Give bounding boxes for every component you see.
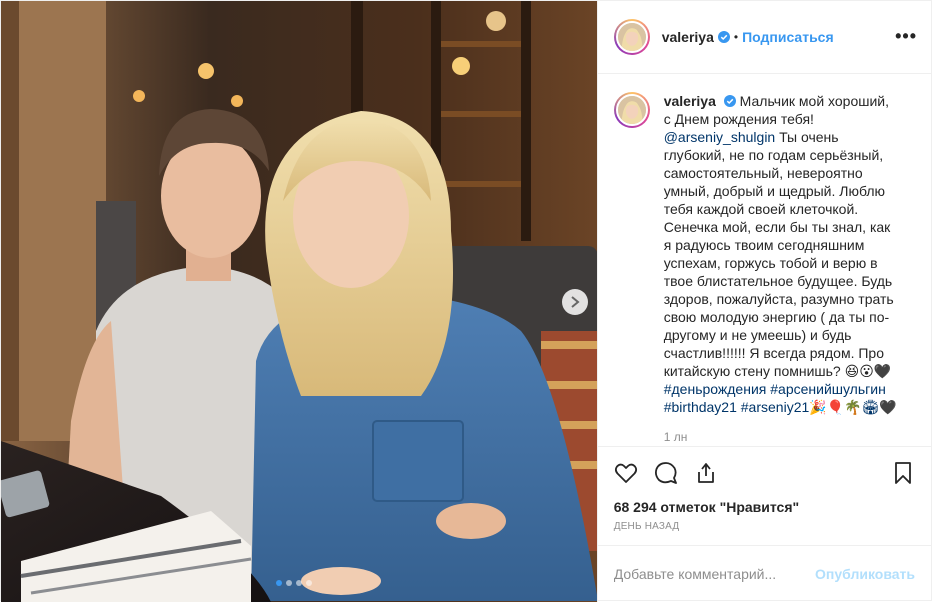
caption-avatar[interactable] [613, 91, 650, 128]
more-options-button[interactable]: ••• [895, 26, 917, 47]
verified-badge-icon [717, 30, 730, 43]
comment-input[interactable] [613, 566, 816, 583]
separator-dot: • [733, 29, 739, 44]
caption-username[interactable]: valeriya [664, 93, 716, 109]
post-caption: valeriya Мальчик мой хороший, с Днем рож… [664, 92, 899, 446]
carousel-dot[interactable] [296, 580, 302, 586]
post-date: ДЕНЬ НАЗАД [613, 521, 680, 533]
avatar-image [617, 95, 646, 124]
bookmark-icon[interactable] [891, 461, 915, 485]
caption-mention-link[interactable]: @arseniy_shulgin [664, 129, 776, 145]
caption-text: Ты очень глубокий, не по годам серьёзный… [663, 128, 894, 379]
post-details-panel: valeriya • Подписаться ••• valeriya Маль… [596, 1, 931, 602]
carousel-dot[interactable] [286, 580, 292, 586]
caption-timestamp[interactable]: 1 лн [664, 428, 899, 446]
comment-form: Опубликовать [597, 545, 931, 602]
share-icon[interactable] [694, 461, 718, 485]
likes-count[interactable]: 68 294 отметок "Нравится" [598, 499, 931, 519]
heart-icon[interactable] [614, 461, 638, 485]
carousel-dot[interactable] [306, 580, 312, 586]
carousel-dot[interactable] [276, 580, 282, 586]
caption-section: valeriya Мальчик мой хороший, с Днем рож… [598, 74, 931, 446]
chevron-right-icon [571, 296, 580, 308]
caption-hashtags[interactable]: #деньрождения #арсенийшульгин #birthday2… [664, 381, 897, 415]
post-modal: valeriya • Подписаться ••• valeriya Маль… [0, 0, 932, 602]
publish-button[interactable]: Опубликовать [815, 566, 915, 582]
comment-icon[interactable] [654, 461, 678, 485]
carousel-next-button[interactable] [562, 289, 588, 315]
verified-badge-icon [723, 94, 736, 107]
avatar[interactable] [613, 18, 650, 55]
carousel-indicator [276, 580, 312, 586]
post-actions [597, 445, 931, 500]
follow-button[interactable]: Подписаться [742, 29, 834, 45]
post-photo[interactable] [1, 1, 597, 602]
post-header: valeriya • Подписаться ••• [597, 1, 931, 74]
post-author-username[interactable]: valeriya [662, 29, 714, 45]
avatar-image [617, 22, 646, 51]
photo-scene [1, 1, 597, 602]
